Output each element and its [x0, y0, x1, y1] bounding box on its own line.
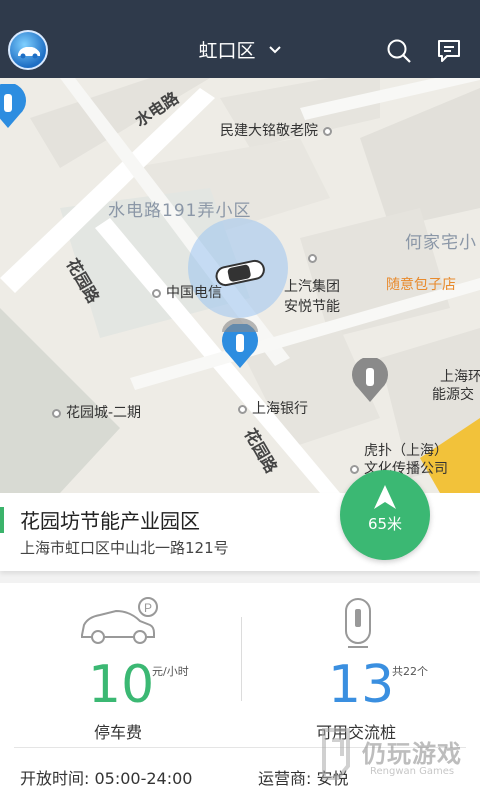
charger-pin-shadow-icon [222, 318, 258, 332]
poi-dot-icon [323, 126, 332, 136]
available-chargers-value: 13 [328, 655, 395, 715]
poi-label [284, 250, 322, 266]
poi-label: 安悦节能 [284, 299, 340, 315]
watermark-subtext: Rengwan Games [370, 766, 455, 777]
poi-dot-icon [308, 253, 317, 263]
poi-dot-icon [350, 464, 359, 474]
poi-label: 上海银行 [238, 398, 308, 418]
poi-dot-icon [152, 288, 161, 298]
poi-label: 上海环 [440, 369, 480, 385]
watermark-text: 仍玩游戏 [362, 740, 462, 768]
district-title: 虹口区 [198, 40, 256, 62]
station-address: 上海市虹口区中山北一路121号 [20, 539, 229, 557]
distance-text: 65米 [367, 515, 403, 533]
watermark: 仍玩游戏 Rengwan Games [318, 720, 478, 790]
charger-pin-icon[interactable] [0, 84, 30, 130]
parking-fee-value: 10 [88, 655, 155, 715]
parking-fee-label: 停车费 [94, 723, 143, 742]
poi-label: 虎扑（上海） [364, 443, 448, 459]
poi-label: 民建大铭敬老院 [220, 120, 337, 140]
navigation-arrow-icon [374, 485, 396, 509]
poi-dot-icon [52, 408, 61, 418]
search-icon[interactable] [386, 38, 412, 64]
poi-label: 随意包子店 [386, 277, 456, 293]
divider [241, 617, 242, 701]
area-label: 何家宅小 [405, 233, 477, 253]
map-view[interactable]: 水电路191弄小区 何家宅小 水电路 花园路 花园路 民建大铭敬老院 上汽集团 … [0, 78, 480, 493]
area-label: 水电路191弄小区 [108, 201, 252, 221]
poi-label: 能源交 [432, 387, 474, 403]
parking-car-icon: P [81, 597, 158, 644]
chevron-down-icon [268, 45, 281, 53]
parking-fee-unit: 元/小时 [152, 665, 189, 678]
svg-text:P: P [144, 601, 152, 615]
station-name: 花园坊节能产业园区 [20, 509, 200, 533]
top-bar: 虹口区 [0, 0, 480, 78]
total-chargers-text: 共22个 [392, 665, 428, 678]
bank-icon [238, 404, 247, 414]
poi-label: 上汽集团 [284, 279, 340, 295]
charger-pin-icon[interactable] [348, 358, 392, 404]
message-icon[interactable] [436, 38, 462, 64]
accent-bar [0, 507, 4, 533]
watermark-logo-icon [322, 728, 350, 780]
opening-hours: 开放时间: 05:00-24:00 [20, 769, 193, 788]
navigate-button[interactable]: 65米 [340, 470, 430, 560]
poi-label: 花园城-二期 [52, 402, 141, 422]
ac-charger-icon [345, 598, 371, 648]
car-location-icon [215, 259, 265, 287]
app: 虹口区 水电路191弄小区 何家宅小 水电路 花园路 花园路 民建大铭敬老院 上… [0, 0, 480, 800]
